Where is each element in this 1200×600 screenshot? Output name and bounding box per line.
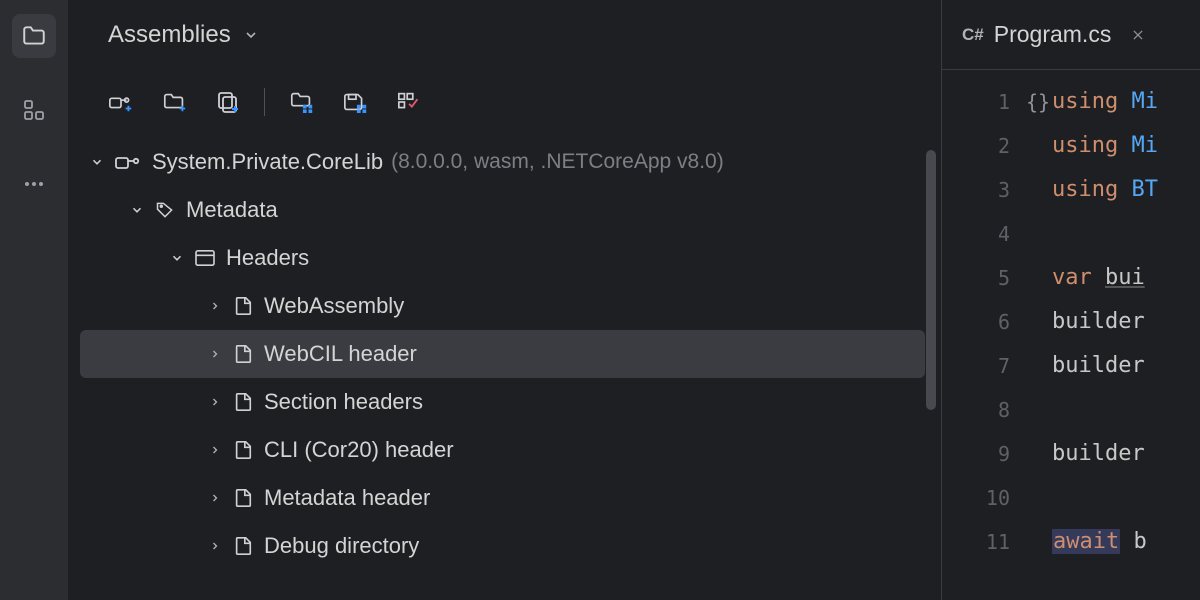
line-number: 6 <box>998 300 1010 344</box>
folder-add-icon <box>162 91 188 113</box>
panel-toolbar <box>68 70 941 134</box>
folder-grid-icon <box>289 91 315 113</box>
stack-add-icon <box>216 91 240 113</box>
assembly-add-icon <box>108 91 134 113</box>
file-icon <box>232 440 254 460</box>
file-icon <box>232 344 254 364</box>
scrollbar-thumb[interactable] <box>926 150 936 410</box>
chevron-right-icon <box>206 444 224 456</box>
chevron-down-icon <box>88 155 106 169</box>
header-item-label: Metadata header <box>264 485 430 511</box>
code-line <box>1052 212 1200 256</box>
chevron-down-icon <box>128 203 146 217</box>
folder-icon <box>21 23 47 49</box>
tree-node-metadata[interactable]: Metadata <box>80 186 925 234</box>
code-line: using Mi <box>1052 80 1200 124</box>
assembly-meta: (8.0.0.0, wasm, .NETCoreApp v8.0) <box>391 150 724 174</box>
code-line <box>1052 388 1200 432</box>
panel-header[interactable]: Assemblies <box>68 0 941 70</box>
line-number: 2 <box>998 124 1010 168</box>
tree-node-header-item[interactable]: Metadata header <box>80 474 925 522</box>
toolbar-analyze[interactable] <box>397 91 423 113</box>
activity-explorer[interactable] <box>12 14 56 58</box>
chevron-right-icon <box>206 300 224 312</box>
code-line: var bui <box>1052 256 1200 300</box>
toolbar-save-layout[interactable] <box>343 91 369 113</box>
panel-icon <box>194 249 216 267</box>
fold-gutter: {} <box>1024 70 1052 600</box>
code-line: builder <box>1052 344 1200 388</box>
line-number: 11 <box>986 520 1010 564</box>
metadata-label: Metadata <box>186 197 278 223</box>
assembly-tree: System.Private.CoreLib (8.0.0.0, wasm, .… <box>68 134 941 570</box>
code-content[interactable]: using Miusing Miusing BTvar buibuilderbu… <box>1052 70 1200 600</box>
toolbar-expand-folder[interactable] <box>289 91 315 113</box>
line-number: 7 <box>998 344 1010 388</box>
panel-title: Assemblies <box>108 21 231 49</box>
tree-scrollbar[interactable] <box>924 150 938 570</box>
line-number: 3 <box>998 168 1010 212</box>
file-icon <box>232 488 254 508</box>
tree-node-header-item[interactable]: WebCIL header <box>80 330 925 378</box>
header-item-label: WebCIL header <box>264 341 417 367</box>
headers-label: Headers <box>226 245 309 271</box>
toolbar-open-from[interactable] <box>216 91 240 113</box>
save-grid-icon <box>343 91 369 113</box>
header-item-label: WebAssembly <box>264 293 404 319</box>
line-number: 9 <box>998 432 1010 476</box>
header-item-label: CLI (Cor20) header <box>264 437 454 463</box>
tree-node-header-item[interactable]: Debug directory <box>80 522 925 570</box>
assembly-name: System.Private.CoreLib <box>152 149 383 175</box>
tree-node-headers[interactable]: Headers <box>80 234 925 282</box>
activity-structure[interactable] <box>12 88 56 132</box>
editor-tab[interactable]: C# Program.cs <box>962 21 1145 48</box>
toolbar-add-folder[interactable] <box>162 91 188 113</box>
code-line: using BT <box>1052 168 1200 212</box>
line-number: 4 <box>998 212 1010 256</box>
code-area[interactable]: 1234567891011 {} using Miusing Miusing B… <box>942 70 1200 600</box>
chevron-right-icon <box>206 396 224 408</box>
line-number-gutter: 1234567891011 <box>962 70 1024 600</box>
activity-more[interactable] <box>12 162 56 206</box>
code-line: builder <box>1052 432 1200 476</box>
header-item-label: Debug directory <box>264 533 419 559</box>
file-icon <box>232 392 254 412</box>
tree-node-header-item[interactable]: Section headers <box>80 378 925 426</box>
code-line: using Mi <box>1052 124 1200 168</box>
code-line <box>1052 476 1200 520</box>
tab-filename: Program.cs <box>994 21 1112 48</box>
blocks-icon <box>22 98 46 122</box>
breakpoint-gutter[interactable] <box>942 70 962 600</box>
file-icon <box>232 536 254 556</box>
code-line: await b <box>1052 520 1200 564</box>
line-number: 8 <box>998 388 1010 432</box>
chevron-right-icon <box>206 540 224 552</box>
close-icon[interactable] <box>1131 28 1145 42</box>
tree-node-header-item[interactable]: CLI (Cor20) header <box>80 426 925 474</box>
tree-node-header-item[interactable]: WebAssembly <box>80 282 925 330</box>
editor: C# Program.cs 1234567891011 {} using Miu… <box>942 0 1200 600</box>
editor-tab-bar: C# Program.cs <box>942 0 1200 70</box>
more-horizontal-icon <box>22 172 46 196</box>
line-number: 10 <box>986 476 1010 520</box>
csharp-icon: C# <box>962 25 984 45</box>
chevron-down-icon <box>168 251 186 265</box>
chevron-right-icon <box>206 492 224 504</box>
line-number: 5 <box>998 256 1010 300</box>
assembly-icon <box>114 152 142 172</box>
chevron-right-icon <box>206 348 224 360</box>
activity-bar <box>0 0 68 600</box>
code-line: builder <box>1052 300 1200 344</box>
grid-check-icon <box>397 91 423 113</box>
tag-icon <box>154 200 176 220</box>
toolbar-add-assembly[interactable] <box>108 91 134 113</box>
file-icon <box>232 296 254 316</box>
chevron-down-icon <box>243 27 259 43</box>
assemblies-panel: Assemblies <box>68 0 942 600</box>
tree-node-assembly[interactable]: System.Private.CoreLib (8.0.0.0, wasm, .… <box>80 138 925 186</box>
fold-braces-icon: {} <box>1024 80 1052 124</box>
line-number: 1 <box>998 80 1010 124</box>
header-item-label: Section headers <box>264 389 423 415</box>
